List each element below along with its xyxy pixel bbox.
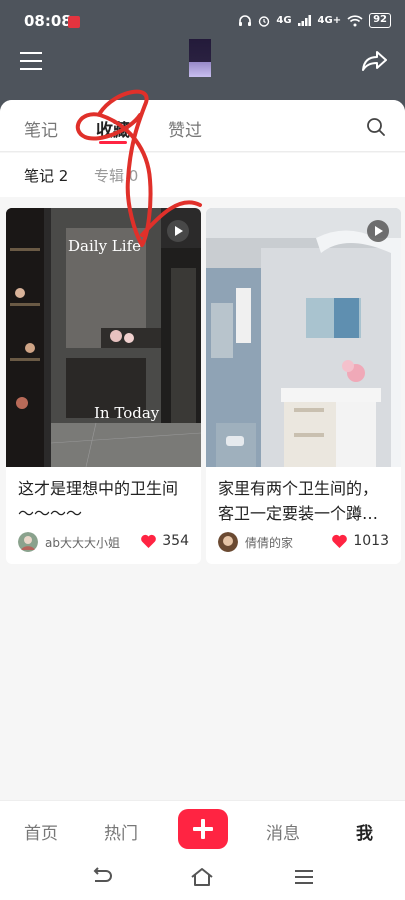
status-icons: 4G 4G+ 92 xyxy=(238,13,391,28)
note-author[interactable]: 倩倩的家 xyxy=(218,532,293,552)
note-cover-image[interactable] xyxy=(206,208,401,467)
nav-trending[interactable]: 热门 xyxy=(104,819,138,844)
network-label-2: 4G+ xyxy=(317,15,342,26)
note-title[interactable]: 家里有两个卫生间的，客卫一定要装一个蹲… xyxy=(218,476,393,526)
like-count[interactable]: 354 xyxy=(140,533,189,549)
author-name: 倩倩的家 xyxy=(245,535,294,550)
author-avatar[interactable] xyxy=(218,532,238,552)
profile-header: 08:08 4G 4G+ 92 xyxy=(0,0,405,112)
network-label: 4G xyxy=(276,15,292,26)
status-time: 08:08 xyxy=(24,12,72,30)
bottom-nav: 首页 热门 消息 我 xyxy=(0,800,405,856)
notification-icon xyxy=(68,16,80,28)
publish-button[interactable] xyxy=(178,809,228,849)
nav-messages[interactable]: 消息 xyxy=(266,819,300,844)
heart-icon[interactable] xyxy=(331,534,348,549)
nav-me[interactable]: 我 xyxy=(356,819,373,844)
note-author[interactable]: ab大大大小姐 xyxy=(18,532,120,552)
tab-liked[interactable]: 赞过 xyxy=(168,116,202,141)
image-text-bottom: In Today xyxy=(94,404,160,422)
status-bar: 08:08 4G 4G+ 92 xyxy=(0,0,405,44)
heart-icon[interactable] xyxy=(140,534,157,549)
share-icon[interactable] xyxy=(360,48,388,74)
like-count-value: 354 xyxy=(162,533,189,549)
note-title[interactable]: 这才是理想中的卫生间～～～～ xyxy=(18,476,193,526)
tab-notes[interactable]: 笔记 xyxy=(24,116,58,141)
video-play-icon xyxy=(167,220,189,242)
wifi-icon xyxy=(347,14,363,26)
headphone-icon xyxy=(239,14,252,26)
home-icon[interactable] xyxy=(190,866,214,888)
like-count-value: 1013 xyxy=(353,533,389,549)
avatar[interactable] xyxy=(189,39,211,77)
signal-icon xyxy=(297,15,311,26)
note-card[interactable]: 家里有两个卫生间的，客卫一定要装一个蹲… 倩倩的家 1013 xyxy=(206,208,401,564)
nav-home[interactable]: 首页 xyxy=(24,819,58,844)
video-play-icon xyxy=(367,220,389,242)
tab-favorites[interactable]: 收藏 xyxy=(96,116,130,141)
like-count[interactable]: 1013 xyxy=(331,533,389,549)
recent-apps-icon[interactable] xyxy=(292,866,316,888)
active-tab-indicator xyxy=(99,141,127,144)
subtab-albums[interactable]: 专辑 0 xyxy=(94,165,138,186)
profile-tabs: 笔记 收藏 赞过 xyxy=(0,100,405,152)
author-name: ab大大大小姐 xyxy=(45,535,120,550)
content-panel: 笔记 收藏 赞过 笔记 2 专辑 0 Daily Life In Today 这… xyxy=(0,100,405,800)
subtab-notes[interactable]: 笔记 2 xyxy=(24,165,68,186)
back-icon[interactable] xyxy=(90,866,114,888)
image-text-top: Daily Life xyxy=(68,237,141,255)
system-nav-bar xyxy=(0,856,405,900)
favorites-subtabs: 笔记 2 专辑 0 xyxy=(0,153,405,197)
note-card[interactable]: Daily Life In Today 这才是理想中的卫生间～～～～ ab大大大… xyxy=(6,208,201,564)
note-cover-image[interactable]: Daily Life In Today xyxy=(6,208,201,467)
menu-icon[interactable] xyxy=(20,52,42,70)
search-icon[interactable] xyxy=(366,117,386,137)
author-avatar[interactable] xyxy=(18,532,38,552)
battery-icon: 92 xyxy=(369,13,391,28)
alarm-icon xyxy=(259,15,270,27)
